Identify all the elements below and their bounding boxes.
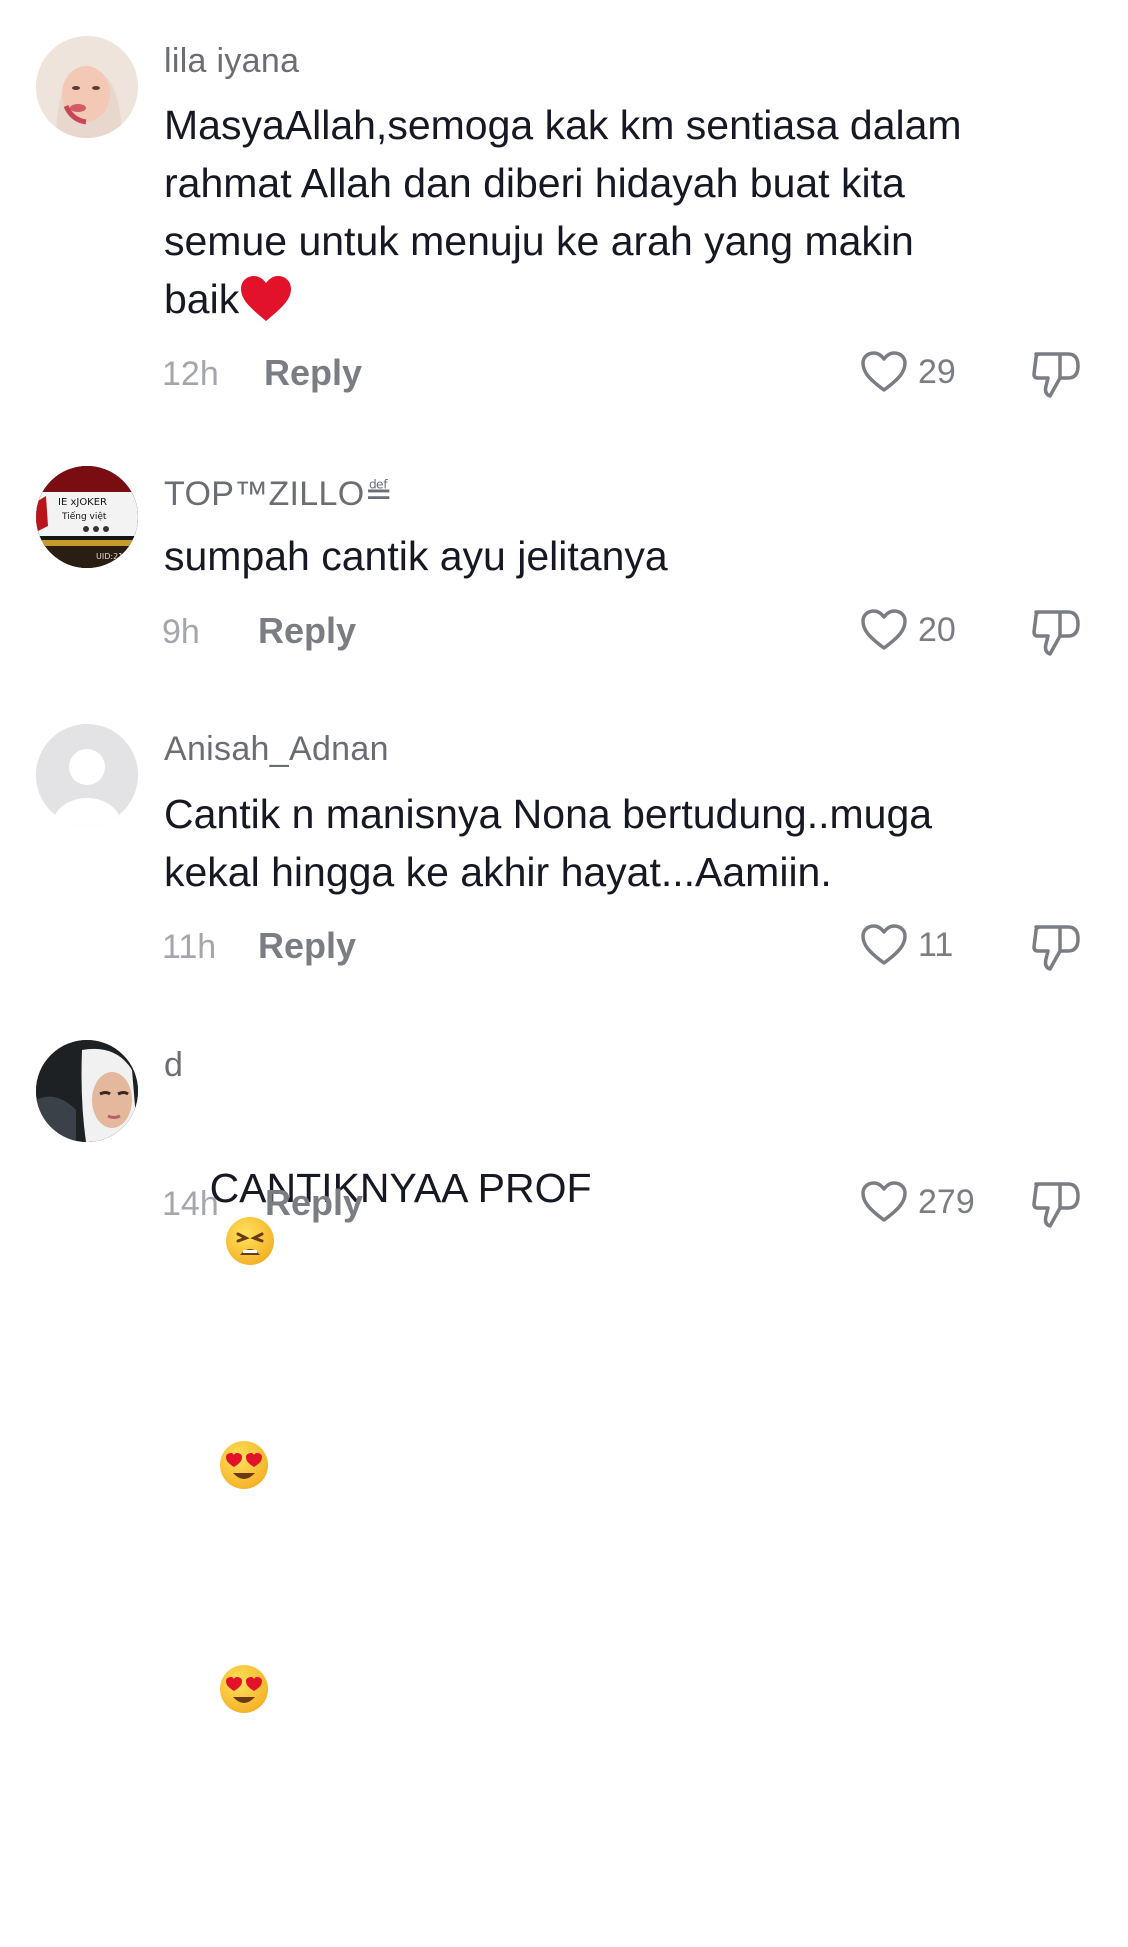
dislike-button[interactable]: [1030, 608, 1084, 663]
username[interactable]: TOP™ZILLO≝: [164, 474, 393, 514]
reply-button[interactable]: Reply: [264, 352, 362, 394]
red-heart-icon: [241, 276, 292, 321]
like-count: 20: [918, 610, 956, 649]
like-button[interactable]: 279: [860, 1180, 975, 1224]
avatar[interactable]: [36, 1040, 138, 1142]
comment-text: MasyaAllah,semoga kak km sentiasa dalam …: [164, 102, 962, 322]
dislike-button[interactable]: [1030, 350, 1084, 405]
avatar-text: UID:217: [96, 552, 128, 561]
thumbs-down-icon: [1032, 352, 1080, 398]
thumbs-down-icon: [1032, 610, 1080, 656]
comment-text: CANTIKNYAA PROF: [164, 1101, 1064, 1947]
heart-outline-icon: [861, 924, 907, 965]
username[interactable]: lila iyana: [164, 42, 299, 81]
username[interactable]: Anisah_Adnan: [164, 730, 389, 769]
dislike-button[interactable]: [1030, 1180, 1084, 1235]
comment-timestamp: 11h: [162, 928, 217, 966]
tired-face-icon: [225, 1217, 274, 1265]
comment-text: sumpah cantik ayu jelitanya: [164, 533, 668, 579]
thumbs-down-icon: [1032, 925, 1080, 971]
avatar-text: IE xJOKER: [58, 497, 107, 508]
like-button[interactable]: 20: [860, 608, 956, 652]
comment-timestamp: 9h: [162, 613, 200, 651]
comment-text: Cantik n manisnya Nona bertudung..muga k…: [164, 791, 933, 895]
default-avatar-icon: [36, 724, 138, 826]
reply-button[interactable]: Reply: [258, 610, 356, 652]
heart-outline-icon: [861, 1181, 907, 1222]
like-count: 279: [918, 1182, 975, 1221]
avatar[interactable]: [36, 724, 138, 826]
reply-button[interactable]: Reply: [258, 925, 356, 967]
thumbs-down-icon: [1032, 1182, 1080, 1228]
dislike-button[interactable]: [1030, 923, 1084, 978]
comment-timestamp: 12h: [162, 355, 219, 393]
like-button[interactable]: 29: [860, 350, 956, 394]
avatar[interactable]: [36, 36, 138, 138]
reply-button[interactable]: Reply: [265, 1182, 363, 1224]
heart-outline-icon: [861, 351, 907, 392]
like-count: 11: [918, 925, 954, 964]
heart-eyes-face-icon: [219, 1441, 268, 1489]
avatar-text: Tiếng việt: [61, 511, 107, 522]
like-button[interactable]: 11: [860, 923, 953, 967]
comment-timestamp: 14h: [162, 1185, 219, 1223]
username[interactable]: d: [164, 1046, 183, 1085]
heart-eyes-face-icon: [219, 1665, 268, 1713]
like-count: 29: [918, 352, 956, 391]
heart-outline-icon: [861, 609, 907, 650]
avatar[interactable]: IE xJOKER Tiếng việt UID:217: [36, 466, 138, 568]
